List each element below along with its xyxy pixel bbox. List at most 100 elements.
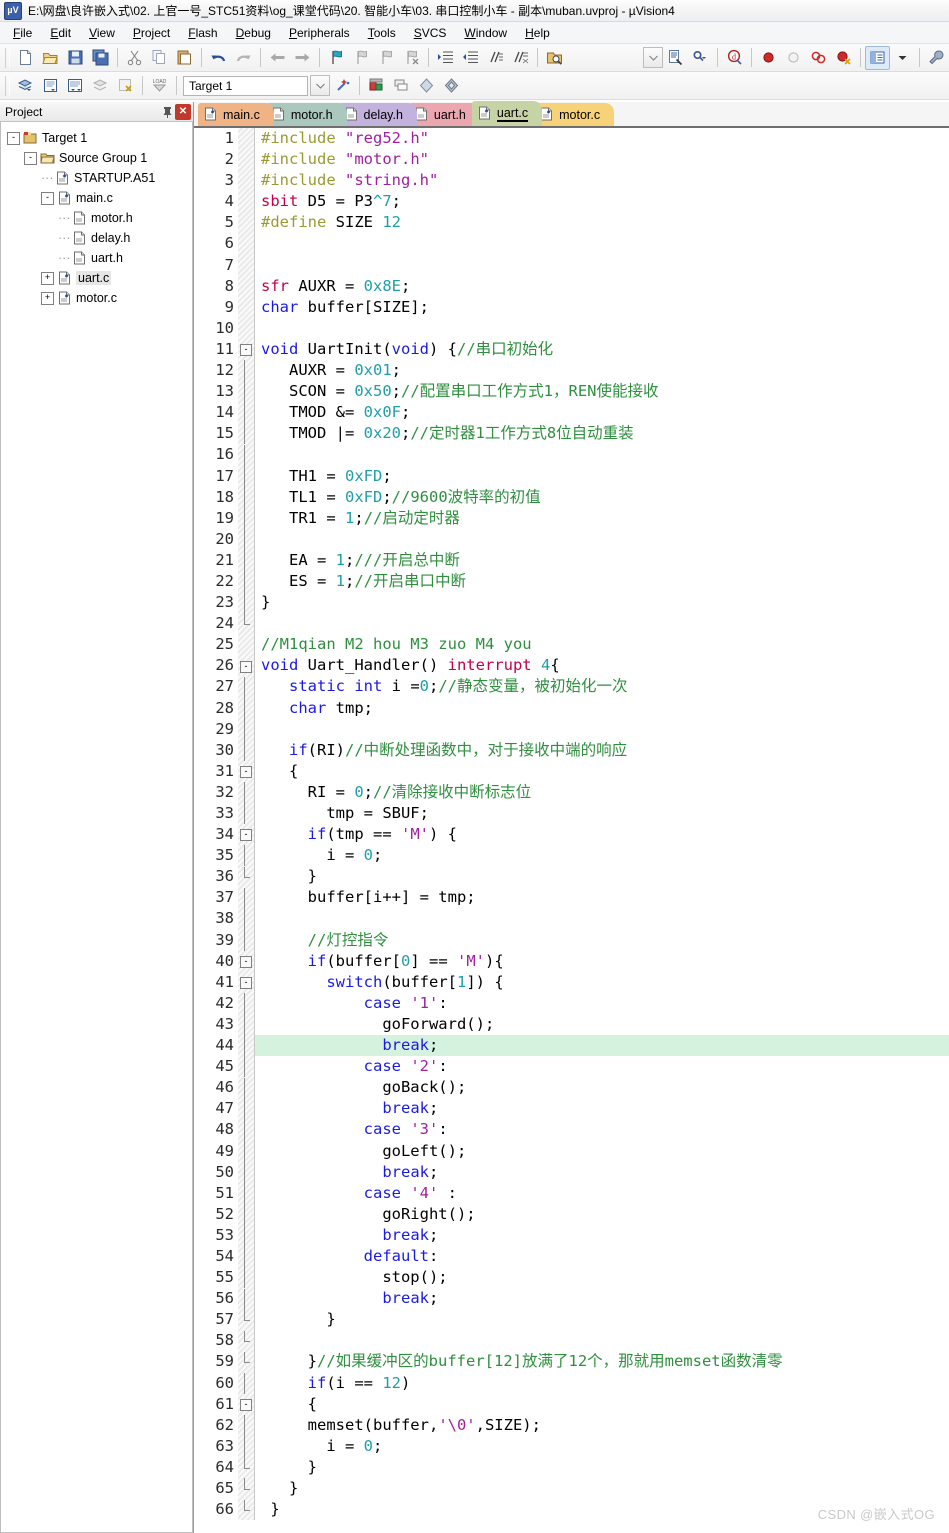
- code-line[interactable]: switch(buffer[1]) {: [261, 972, 949, 993]
- multi-project-2-icon[interactable]: [439, 74, 464, 98]
- find-in-files-icon[interactable]: [663, 46, 688, 70]
- menu-view[interactable]: View: [80, 24, 124, 42]
- code-line[interactable]: [261, 719, 949, 740]
- code-line[interactable]: case '2':: [261, 1056, 949, 1077]
- code-line[interactable]: break;: [261, 1288, 949, 1309]
- fold-collapse-icon[interactable]: -: [240, 829, 252, 842]
- breakpoint-disable-all-icon[interactable]: [831, 46, 856, 70]
- undo-icon[interactable]: [206, 46, 231, 70]
- save-icon[interactable]: [63, 46, 88, 70]
- comment-icon[interactable]: [483, 46, 508, 70]
- toolbar-grip[interactable]: [5, 47, 10, 68]
- menu-edit[interactable]: Edit: [41, 24, 80, 42]
- code-line[interactable]: sfr AUXR = 0x8E;: [261, 276, 949, 297]
- menu-help[interactable]: Help: [516, 24, 559, 42]
- code-line[interactable]: [261, 1330, 949, 1351]
- uncomment-icon[interactable]: [508, 46, 533, 70]
- code-line[interactable]: memset(buffer,'\0',SIZE);: [261, 1415, 949, 1436]
- tree-item-delay-h[interactable]: ··· delay.h: [1, 228, 192, 248]
- code-line[interactable]: case '1':: [261, 993, 949, 1014]
- editor-tab-motor-c[interactable]: motor.c: [534, 103, 615, 126]
- code-line[interactable]: [261, 908, 949, 929]
- menu-peripherals[interactable]: Peripherals: [280, 24, 359, 42]
- open-file-icon[interactable]: [38, 46, 63, 70]
- breakpoint-clear-all-icon[interactable]: [806, 46, 831, 70]
- collapse-toggle-icon[interactable]: -: [7, 131, 20, 145]
- tree-item-source-group-1[interactable]: - Source Group 1: [1, 148, 192, 168]
- tree-item-startup-a51[interactable]: ··· STARTUP.A51: [1, 168, 192, 188]
- code-line[interactable]: [261, 233, 949, 254]
- build-icon[interactable]: [38, 74, 63, 98]
- breakpoint-insert-icon[interactable]: [756, 46, 781, 70]
- editor-tab-uart-h[interactable]: uart.h: [408, 103, 480, 126]
- code-line[interactable]: [261, 255, 949, 276]
- code-line[interactable]: case '3':: [261, 1119, 949, 1140]
- fold-collapse-icon[interactable]: -: [240, 344, 252, 356]
- toolbar-grip[interactable]: [5, 75, 10, 96]
- tree-item-motor-h[interactable]: ··· motor.h: [1, 208, 192, 228]
- stop-build-icon[interactable]: [113, 74, 138, 98]
- target-dropdown-arrow[interactable]: [310, 75, 330, 96]
- code-line[interactable]: TMOD &= 0x0F;: [261, 402, 949, 423]
- outdent-icon[interactable]: [458, 46, 483, 70]
- fold-collapse-icon[interactable]: -: [240, 1399, 252, 1411]
- editor-tab-motor-h[interactable]: motor.h: [265, 103, 347, 126]
- find-combo-dropdown[interactable]: [643, 47, 663, 68]
- code-line[interactable]: goLeft();: [261, 1141, 949, 1162]
- code-line[interactable]: goBack();: [261, 1077, 949, 1098]
- bookmark-clear-all-icon[interactable]: [399, 46, 424, 70]
- code-line[interactable]: char buffer[SIZE];: [261, 297, 949, 318]
- fold-margin[interactable]: - - - - - - -: [238, 128, 255, 1521]
- download-icon[interactable]: LOAD: [147, 74, 172, 98]
- batch-build-icon[interactable]: [88, 74, 113, 98]
- code-line[interactable]: case '4' :: [261, 1183, 949, 1204]
- code-line[interactable]: }: [261, 1309, 949, 1330]
- navigate-back-icon[interactable]: [265, 46, 290, 70]
- books-icon[interactable]: [414, 74, 439, 98]
- multi-project-icon[interactable]: [389, 74, 414, 98]
- code-line[interactable]: #define SIZE 12: [261, 212, 949, 233]
- expand-toggle-icon[interactable]: +: [41, 271, 54, 285]
- code-line[interactable]: }: [261, 866, 949, 887]
- debug-query-icon[interactable]: d: [722, 46, 747, 70]
- menu-file[interactable]: File: [4, 24, 41, 42]
- code-line[interactable]: break;: [261, 1225, 949, 1246]
- code-line[interactable]: goRight();: [261, 1204, 949, 1225]
- code-line[interactable]: static int i =0;//静态变量，被初始化一次: [261, 676, 949, 697]
- configuration-wizard-icon[interactable]: [924, 46, 949, 70]
- code-line[interactable]: }: [261, 592, 949, 613]
- code-viewport[interactable]: 1 2 3 4 5 6 7 8 9 10 11 12 13 14 15 16 17 18 19 20 21 22 23 24 2…: [194, 128, 949, 1533]
- code-line[interactable]: break;: [261, 1162, 949, 1183]
- manage-components-icon[interactable]: [364, 74, 389, 98]
- collapse-toggle-icon[interactable]: -: [24, 151, 37, 165]
- code-line[interactable]: #include "motor.h": [261, 149, 949, 170]
- tree-item-uart-h[interactable]: ··· uart.h: [1, 248, 192, 268]
- menu-debug[interactable]: Debug: [227, 24, 280, 42]
- editor-tab-delay-h[interactable]: delay.h: [338, 103, 417, 126]
- code-text[interactable]: #include "reg52.h" #include "motor.h" #inc…: [255, 128, 949, 1520]
- code-line[interactable]: #include "string.h": [261, 170, 949, 191]
- code-line[interactable]: }: [261, 1478, 949, 1499]
- code-line[interactable]: [261, 444, 949, 465]
- code-line[interactable]: //M1qian M2 hou M3 zuo M4 you: [261, 634, 949, 655]
- translate-icon[interactable]: [13, 74, 38, 98]
- code-line[interactable]: EA = 1;///开启总中断: [261, 550, 949, 571]
- pin-icon[interactable]: [159, 104, 175, 120]
- code-line[interactable]: TL1 = 0xFD;//9600波特率的初值: [261, 487, 949, 508]
- code-line[interactable]: {: [261, 761, 949, 782]
- open-folder-icon[interactable]: [542, 46, 567, 70]
- indent-icon[interactable]: [433, 46, 458, 70]
- code-line[interactable]: TR1 = 1;//启动定时器: [261, 508, 949, 529]
- breakpoint-disable-icon[interactable]: [781, 46, 806, 70]
- fold-collapse-icon[interactable]: -: [240, 977, 252, 989]
- code-line[interactable]: TH1 = 0xFD;: [261, 466, 949, 487]
- menu-flash[interactable]: Flash: [179, 24, 226, 42]
- close-icon[interactable]: ✕: [175, 103, 191, 120]
- code-line[interactable]: sbit D5 = P3^7;: [261, 191, 949, 212]
- menu-svcs[interactable]: SVCS: [405, 24, 456, 42]
- code-line[interactable]: default:: [261, 1246, 949, 1267]
- code-line[interactable]: break;: [261, 1098, 949, 1119]
- save-all-icon[interactable]: [88, 46, 113, 70]
- window-layout-icon[interactable]: [865, 45, 890, 70]
- code-line[interactable]: [261, 529, 949, 550]
